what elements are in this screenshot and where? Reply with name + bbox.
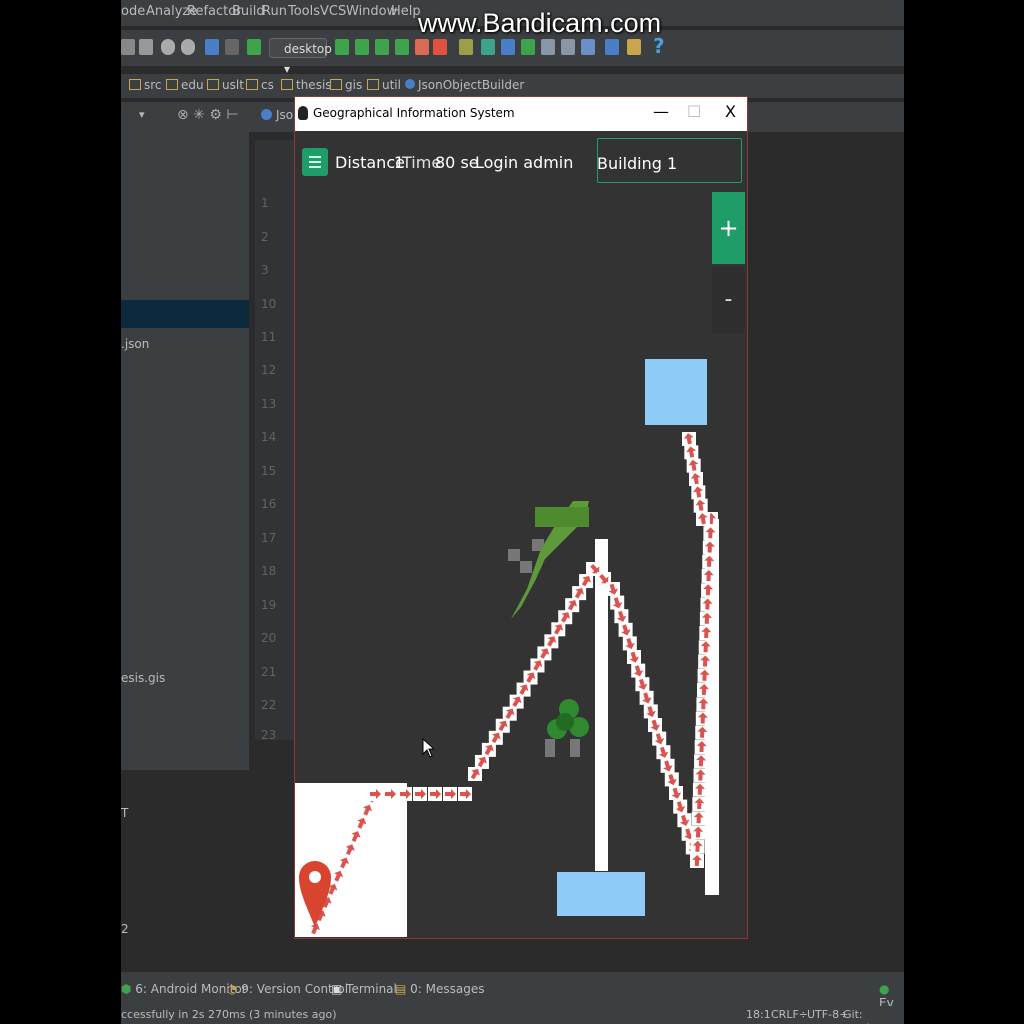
line-number: 20 xyxy=(261,631,277,645)
minimize-button[interactable]: — xyxy=(653,102,669,121)
gear-icon[interactable]: ⊗ ✳ ⚙ ⊢ xyxy=(177,107,239,123)
menu-build[interactable]: Build xyxy=(232,4,265,19)
zoom-out-button[interactable]: - xyxy=(712,267,745,333)
tab-version-control[interactable]: ◔ 9: Version Control xyxy=(227,982,348,996)
status-git-branch[interactable]: Git: master ÷ xyxy=(843,1008,904,1024)
run-config-select[interactable]: desktop ▾ xyxy=(269,38,332,76)
hammer-icon[interactable] xyxy=(247,39,261,55)
map-canvas[interactable] xyxy=(295,189,747,937)
line-number: 19 xyxy=(261,598,277,612)
project-panel: .json esis.gis xyxy=(121,132,249,772)
panel-fragment: 2 xyxy=(121,922,129,936)
sync-gradle-icon[interactable] xyxy=(459,39,473,55)
replace-icon[interactable] xyxy=(181,39,195,55)
menu-vcs[interactable]: VCS xyxy=(320,4,346,19)
line-number: 13 xyxy=(261,397,277,411)
breadcrumb-class[interactable]: JsonObjectBuilder xyxy=(405,78,524,92)
status-message: ccessfully in 2s 270ms (3 minutes ago) xyxy=(121,1008,337,1021)
status-position[interactable]: 18:1 xyxy=(746,1008,771,1021)
panel-fragment: T xyxy=(121,806,129,820)
project-item-gis[interactable]: esis.gis xyxy=(121,671,165,685)
app-icon xyxy=(298,106,308,120)
breadcrumb: src edu uslt cs thesis gis util JsonObje… xyxy=(121,74,904,98)
find-icon[interactable] xyxy=(161,39,175,55)
line-number: 2 xyxy=(261,230,269,244)
structure-icon[interactable] xyxy=(605,39,619,55)
close-button[interactable]: X xyxy=(725,102,736,121)
rerun-icon[interactable] xyxy=(415,39,429,55)
menu-run[interactable]: Run xyxy=(262,4,287,19)
menu-tools[interactable]: Tools xyxy=(288,4,320,19)
breadcrumb-edu[interactable]: edu xyxy=(166,78,204,92)
back-icon[interactable] xyxy=(205,39,219,55)
watermark: www.Bandicam.com xyxy=(418,8,662,38)
run-config-label: desktop xyxy=(284,42,332,56)
tab-messages[interactable]: ▤ 0: Messages xyxy=(395,982,485,996)
line-number: 22 xyxy=(261,698,277,712)
menu-help[interactable]: Help xyxy=(391,4,421,19)
window-title-bar: Geographical Information System — ☐ X xyxy=(295,97,747,131)
attach-icon[interactable] xyxy=(375,39,389,55)
project-item-json[interactable]: .json xyxy=(121,337,149,351)
vcs-history-icon[interactable] xyxy=(561,39,575,55)
window-title: Geographical Information System xyxy=(313,106,515,120)
stop-icon[interactable] xyxy=(433,39,447,55)
building[interactable] xyxy=(557,872,645,916)
profile-icon[interactable] xyxy=(395,39,409,55)
menu-window[interactable]: Window xyxy=(346,4,397,19)
vcs-update-icon[interactable] xyxy=(501,39,515,55)
line-number: 15 xyxy=(261,464,277,478)
line-number: 12 xyxy=(261,363,277,377)
vcs-commit-icon[interactable] xyxy=(521,39,535,55)
vcs-compare-icon[interactable] xyxy=(541,39,555,55)
breadcrumb-src[interactable]: src xyxy=(129,78,162,92)
line-number: 1 xyxy=(261,196,269,210)
status-bar: ccessfully in 2s 270ms (3 minutes ago) 1… xyxy=(121,1006,904,1024)
forward-icon[interactable] xyxy=(225,39,239,55)
hamburger-icon[interactable] xyxy=(302,148,328,176)
line-number-gutter: 1 2 3 10 11 12 13 14 15 16 17 18 19 20 2… xyxy=(255,140,295,742)
run-icon[interactable] xyxy=(335,39,349,55)
line-number: 23 xyxy=(261,728,277,742)
sync-icon[interactable] xyxy=(121,39,135,55)
login-button[interactable]: Login admin xyxy=(475,153,573,172)
menu-code[interactable]: ode xyxy=(121,4,145,19)
line-number: 21 xyxy=(261,665,277,679)
debug-icon[interactable] xyxy=(355,39,369,55)
zoom-in-button[interactable]: + xyxy=(712,192,745,264)
avd-icon[interactable] xyxy=(481,39,495,55)
project-selected-row[interactable] xyxy=(121,300,249,328)
line-number: 18 xyxy=(261,564,277,578)
line-number: 3 xyxy=(261,263,269,277)
tool-window-bar: ⬢ 6: Android Monitor ◔ 9: Version Contro… xyxy=(121,972,904,1010)
status-line-endings[interactable]: CRLF÷ xyxy=(771,1008,808,1021)
search-value: Building 1 xyxy=(597,154,678,173)
line-number: 14 xyxy=(261,430,277,444)
vcs-revert-icon[interactable] xyxy=(581,39,595,55)
gis-app-window: Geographical Information System — ☐ X Di… xyxy=(294,96,748,939)
breadcrumb-gis[interactable]: gis xyxy=(330,78,362,92)
breadcrumb-cs[interactable]: cs xyxy=(246,78,274,92)
line-number: 16 xyxy=(261,497,277,511)
breadcrumb-uslt[interactable]: uslt xyxy=(207,78,244,92)
line-number: 11 xyxy=(261,330,277,344)
maximize-button[interactable]: ☐ xyxy=(687,102,701,121)
dropdown-icon[interactable]: ▾ xyxy=(139,108,145,121)
copy-icon[interactable] xyxy=(139,39,153,55)
time-value: 80 se xyxy=(435,153,479,172)
line-number: 17 xyxy=(261,531,277,545)
building[interactable] xyxy=(645,359,707,425)
mouse-cursor-icon xyxy=(422,738,434,758)
line-number: 10 xyxy=(261,297,277,311)
sdk-manager-icon[interactable] xyxy=(627,39,641,55)
breadcrumb-thesis[interactable]: thesis xyxy=(281,78,332,92)
app-toolbar: Distance 1 Time 80 se Login admin Buildi… xyxy=(295,131,747,189)
breadcrumb-util[interactable]: util xyxy=(367,78,401,92)
tab-terminal[interactable]: ▣ Terminal xyxy=(331,982,397,996)
